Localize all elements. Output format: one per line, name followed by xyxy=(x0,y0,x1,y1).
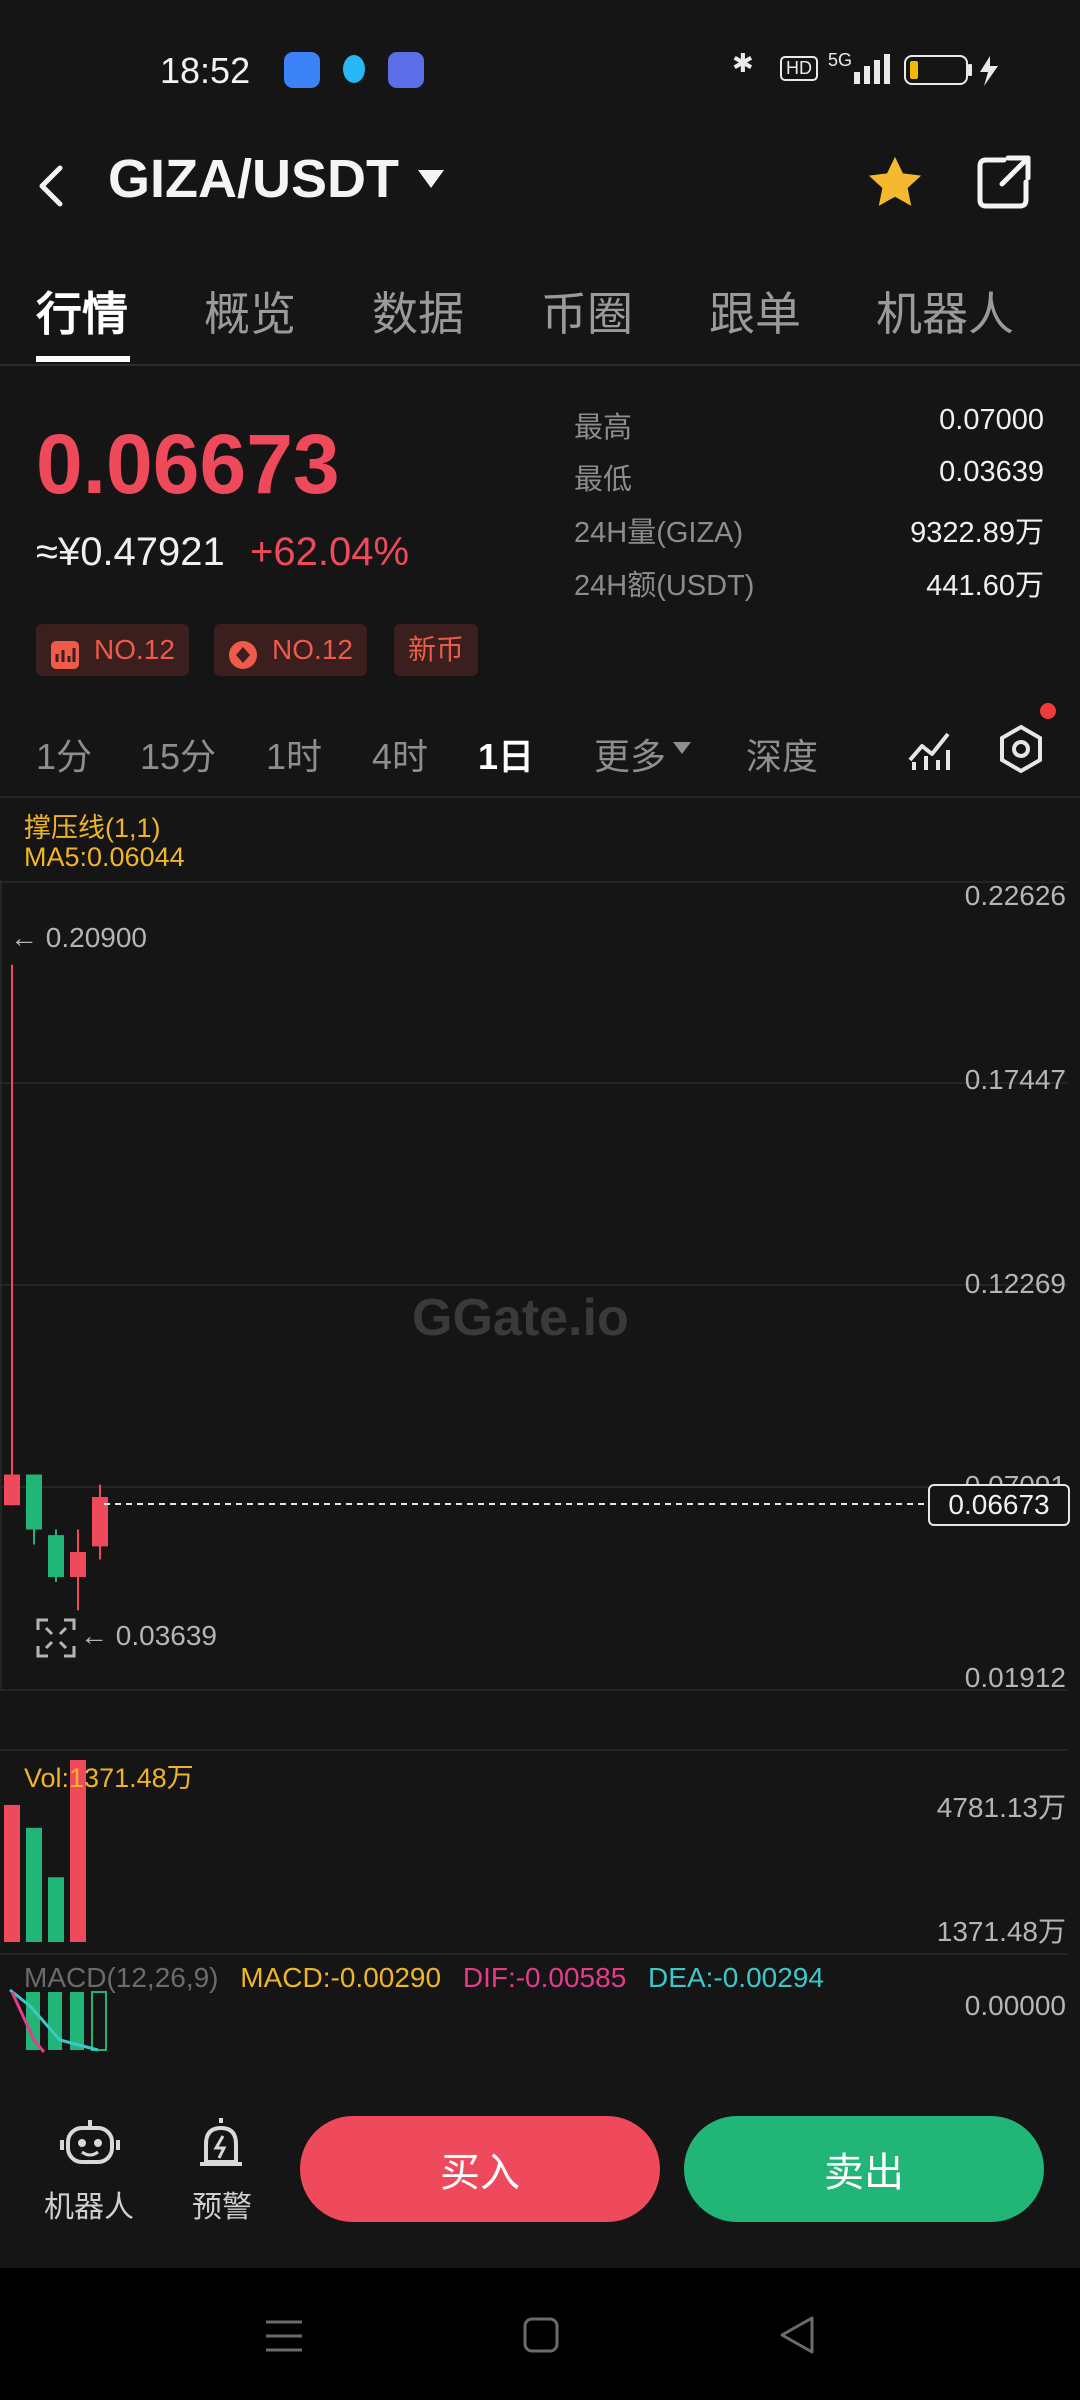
macd-params: MACD(12,26,9) xyxy=(24,1962,219,1993)
notification-dot xyxy=(1040,703,1056,719)
alert-label[interactable]: 预警 xyxy=(192,2182,252,2226)
interval-1m[interactable]: 1分 xyxy=(36,728,92,780)
stat-volume-label: 24H量(GIZA) xyxy=(574,517,744,549)
shortcut-app-icon xyxy=(388,52,424,88)
fullscreen-icon[interactable] xyxy=(36,1618,76,1662)
chart-badge-icon xyxy=(50,635,80,669)
share-icon[interactable] xyxy=(974,152,1034,212)
sell-button[interactable]: 卖出 xyxy=(684,2116,1044,2222)
depth-tab[interactable]: 深度 xyxy=(746,728,818,780)
buy-button[interactable]: 买入 xyxy=(300,2116,660,2222)
volume-bar xyxy=(26,1827,42,1942)
dea-value: DEA:-0.00294 xyxy=(648,1962,824,1993)
back-nav-icon[interactable] xyxy=(778,2314,816,2360)
chart-settings-icon[interactable] xyxy=(996,724,1046,778)
gateio-watermark: GGate.io xyxy=(412,1289,629,1347)
status-bar: 18:52 ✱ HD 5G xyxy=(0,0,1080,140)
volume-bar xyxy=(4,1804,20,1942)
stat-low-value: 0.03639 xyxy=(939,456,1044,488)
tab-divider xyxy=(0,364,1080,366)
status-time: 18:52 xyxy=(160,50,251,91)
qq-app-icon xyxy=(336,52,372,88)
volume-bar xyxy=(48,1877,64,1942)
network-label: 5G xyxy=(828,50,853,70)
interval-1h[interactable]: 1时 xyxy=(266,728,322,780)
price-change-percent: +62.04% xyxy=(250,530,410,574)
tab-community[interactable]: 币圈 xyxy=(541,278,633,344)
volume-label: Vol:1371.48万 xyxy=(24,1763,194,1793)
battery-icon xyxy=(904,54,1004,92)
interval-1d[interactable]: 1日 xyxy=(478,728,534,780)
interval-divider xyxy=(0,796,1080,798)
y-axis-tick: 0.12269 xyxy=(964,1268,1066,1299)
trading-pair-title[interactable]: GIZA/USDT xyxy=(108,148,399,210)
y-axis-tick: 0.17447 xyxy=(964,1064,1066,1095)
candle-body xyxy=(4,1474,20,1506)
alert-icon[interactable] xyxy=(196,2116,246,2174)
ma5-label: MA5:0.06044 xyxy=(24,842,185,872)
active-tab-indicator xyxy=(36,356,130,362)
robot-label[interactable]: 机器人 xyxy=(44,2182,134,2226)
macd-legend: MACD(12,26,9) MACD:-0.00290 DIF:-0.00585… xyxy=(24,1962,824,1994)
candle-body xyxy=(26,1474,42,1530)
rank-badge-hot[interactable]: NO.12 xyxy=(214,624,367,676)
weather-app-icon xyxy=(284,52,320,88)
indicator-chart-icon[interactable] xyxy=(906,726,952,776)
menu-nav-icon[interactable] xyxy=(264,2316,304,2360)
hd-icon: HD xyxy=(780,56,818,81)
cny-price: ≈¥0.47921 xyxy=(36,530,225,574)
rank-badge-chart-label: NO.12 xyxy=(94,634,175,665)
stat-high-value: 0.07000 xyxy=(939,404,1044,436)
current-price-tag: 0.06673 xyxy=(928,1484,1070,1526)
back-button[interactable] xyxy=(30,150,80,220)
high-marker: ← 0.20900 xyxy=(10,922,147,953)
candle-body xyxy=(70,1551,86,1578)
candle-body xyxy=(48,1535,64,1578)
macd-histogram xyxy=(9,1988,107,2053)
macd-axis-zero: 0.00000 xyxy=(964,1990,1066,2021)
y-axis-tick: 0.22626 xyxy=(964,880,1066,911)
stat-high-label: 最高 xyxy=(574,412,633,444)
more-caret-icon xyxy=(673,742,691,754)
gateio-logo-icon: G xyxy=(412,1289,453,1347)
system-nav-bar xyxy=(0,2268,1080,2400)
interval-more[interactable]: 更多 xyxy=(594,728,666,780)
new-coin-badge-label: 新币 xyxy=(408,634,465,665)
macd-value: MACD:-0.00290 xyxy=(240,1962,442,1993)
dif-value: DIF:-0.00585 xyxy=(462,1962,627,1993)
tab-copy-trading[interactable]: 跟单 xyxy=(709,278,801,344)
stat-low-label: 最低 xyxy=(574,464,633,496)
tab-data[interactable]: 数据 xyxy=(372,278,464,344)
rank-badge-hot-label: NO.12 xyxy=(272,634,353,665)
y-axis-tick: 0.01912 xyxy=(964,1662,1066,1693)
rank-badge-chart[interactable]: NO.12 xyxy=(36,624,189,676)
support-resistance-label: 撑压线(1,1) xyxy=(24,813,161,843)
low-marker: ← 0.03639 xyxy=(80,1620,217,1651)
interval-15m[interactable]: 15分 xyxy=(140,728,216,780)
tab-market[interactable]: 行情 xyxy=(36,278,128,344)
stat-turnover-label: 24H额(USDT) xyxy=(574,570,755,602)
tab-overview[interactable]: 概览 xyxy=(204,278,296,344)
signal-icon xyxy=(852,52,892,90)
candles-group xyxy=(4,964,108,1611)
fire-badge-icon xyxy=(228,635,258,669)
volume-axis-bottom: 1371.48万 xyxy=(936,1916,1066,1947)
new-coin-badge[interactable]: 新币 xyxy=(394,624,479,676)
stat-volume-value: 9322.89万 xyxy=(910,517,1044,549)
favorite-star-icon[interactable] xyxy=(862,150,928,216)
stat-turnover-value: 441.60万 xyxy=(926,570,1044,602)
interval-4h[interactable]: 4时 xyxy=(372,728,428,780)
tab-bots[interactable]: 机器人 xyxy=(876,278,1014,344)
volume-axis-top: 4781.13万 xyxy=(936,1792,1066,1823)
bluetooth-icon: ✱ xyxy=(732,48,754,78)
last-price: 0.06673 xyxy=(36,417,340,511)
pair-dropdown-icon[interactable] xyxy=(418,170,444,188)
robot-icon[interactable] xyxy=(60,2118,120,2174)
candlestick-chart[interactable] xyxy=(0,880,1080,2080)
home-nav-icon[interactable] xyxy=(522,2316,560,2358)
